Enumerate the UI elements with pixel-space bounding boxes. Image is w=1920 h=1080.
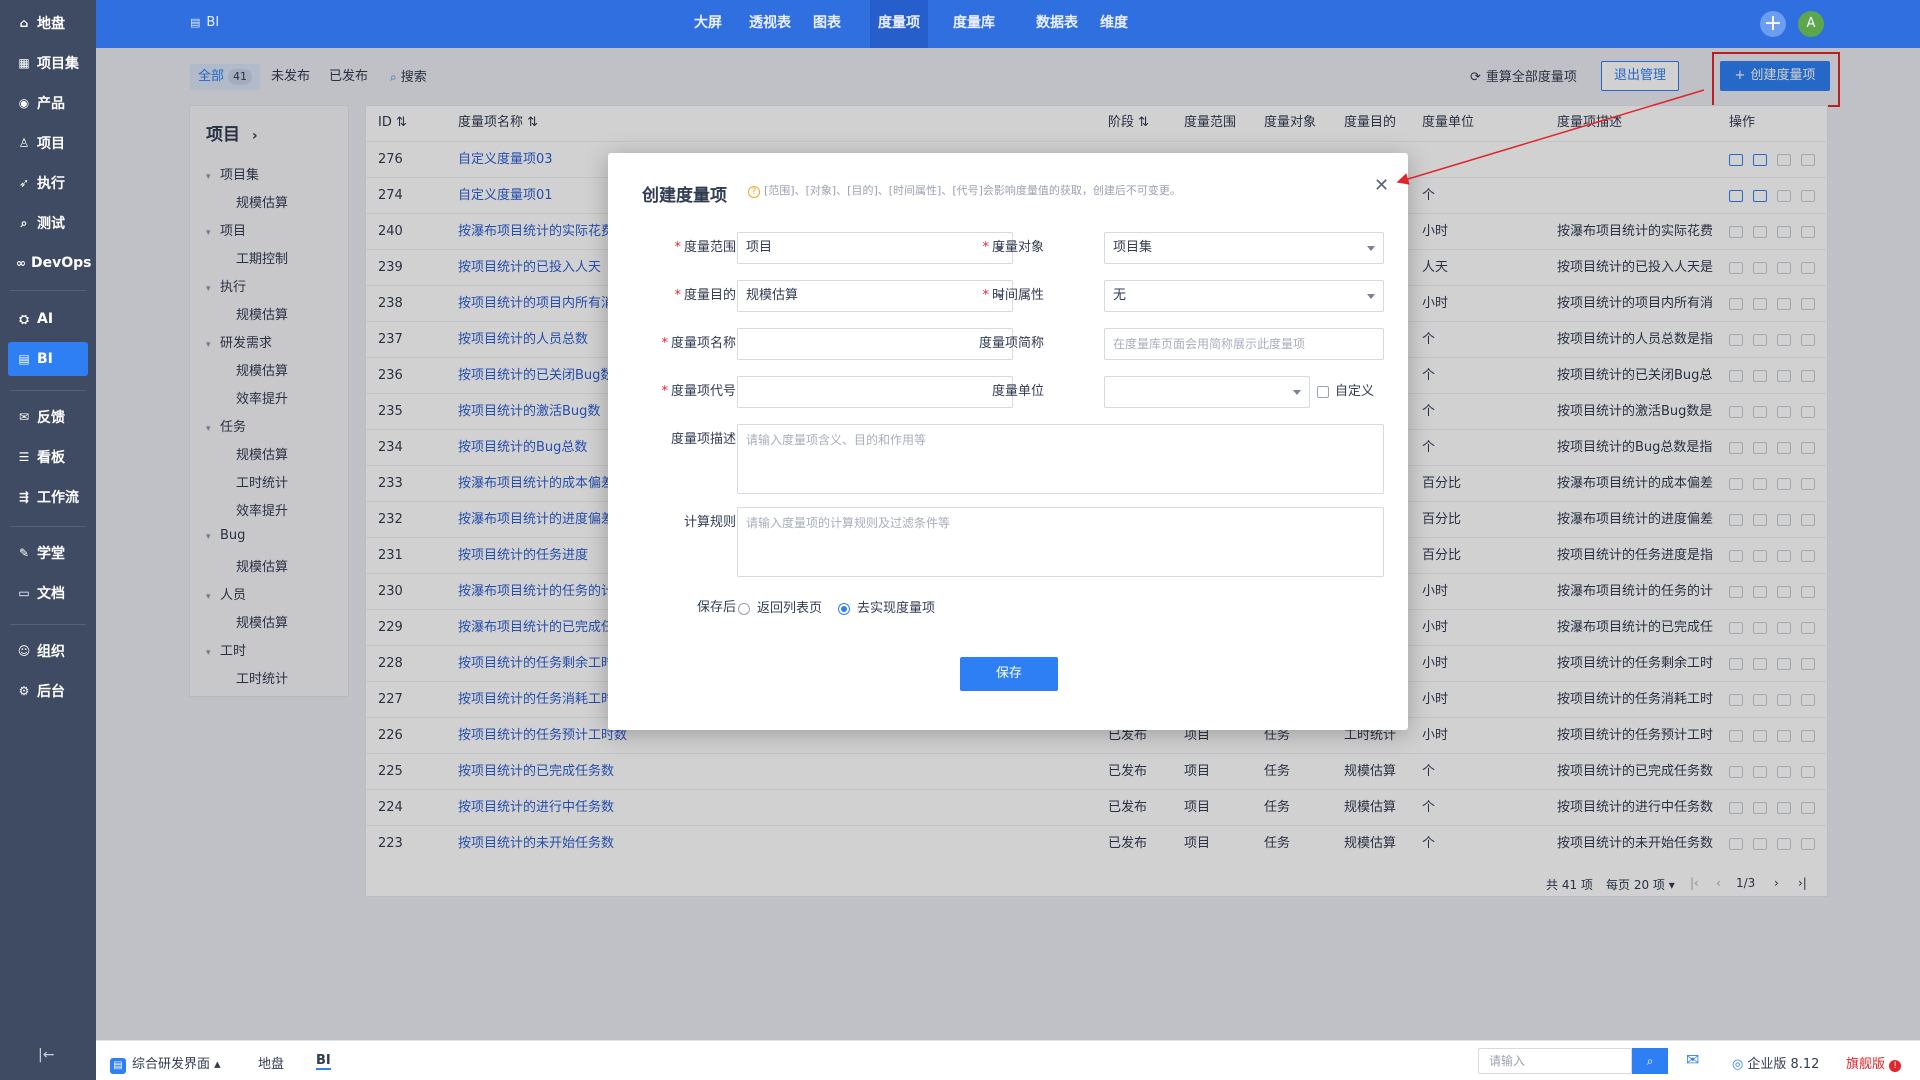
alert-icon: ! (1889, 1060, 1902, 1072)
search-icon[interactable]: ⌕ (1632, 1048, 1668, 1074)
bottom-tab-dashboard[interactable]: 地盘 (258, 1053, 284, 1072)
bottom-tab-bi[interactable]: BI (316, 1053, 331, 1070)
flagship-badge[interactable]: 旗舰版 ! (1846, 1053, 1902, 1072)
annotation-arrow (1396, 89, 1705, 185)
ai-chat-icon[interactable]: ✉ (1686, 1050, 1699, 1069)
workspace-switcher[interactable]: ▤ 综合研发界面 ▴ (110, 1053, 221, 1074)
bottom-taskbar: ▤ 综合研发界面 ▴ 地盘 BI 请输入 ⌕ ✉ ◎ 企业版 8.12 旗舰版 ! (96, 1040, 1920, 1080)
global-search-input[interactable]: 请输入 (1478, 1048, 1632, 1074)
zentao-logo-icon: ◎ (1732, 1057, 1744, 1072)
edition-info[interactable]: ◎ 企业版 8.12 (1732, 1053, 1819, 1072)
chat-icon: ▤ (110, 1057, 126, 1074)
